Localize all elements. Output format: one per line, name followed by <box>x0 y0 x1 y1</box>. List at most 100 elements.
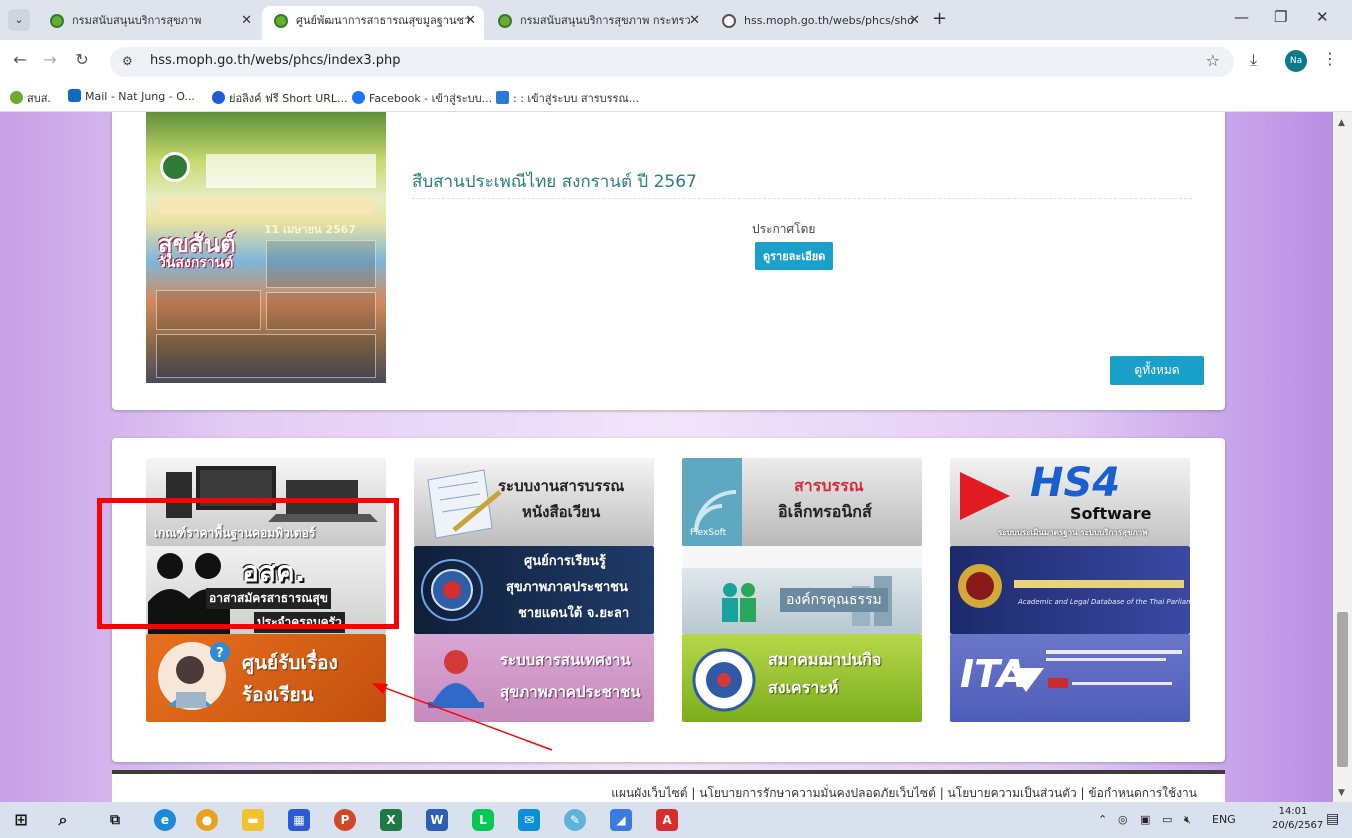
tab-2[interactable]: ศูนย์พัฒนาการสาธารณสุขมูลฐานชา ✕ <box>262 6 484 40</box>
parliament-seal-icon <box>958 564 1184 608</box>
view-all-button[interactable]: ดูทั้งหมด <box>1110 356 1204 385</box>
banner-e-saraban[interactable]: สารบรรณ อิเล็กทรอนิกส์ FlexSoft <box>682 458 922 546</box>
poster-headline <box>158 198 374 214</box>
forward-icon[interactable]: → <box>38 50 62 69</box>
banner-line1: ระบบสารสนเทศงาน <box>500 651 631 669</box>
banner-line1: Academic and Legal Database of the Thai … <box>1018 598 1190 606</box>
bookmarks-bar: สบส. Mail - Nat Jung - O... ย่อลิงค์ ฟรี… <box>0 84 1352 112</box>
banner-line2: ร้องเรียน <box>242 684 314 706</box>
bookmark-item[interactable]: : : เข้าสู่ระบบ สารบรรณ... <box>496 89 639 107</box>
search-icon[interactable]: ⌕ <box>52 809 74 831</box>
word-icon[interactable]: W <box>426 809 448 831</box>
close-icon[interactable]: ✕ <box>465 6 476 36</box>
banner-ita[interactable]: ITA <box>950 634 1190 722</box>
back-icon[interactable]: ← <box>8 50 32 69</box>
view-detail-button[interactable]: ดูรายละเอียด <box>755 242 834 270</box>
profile-avatar[interactable]: Na <box>1285 50 1307 72</box>
pdf-reader-icon[interactable]: A <box>656 809 678 831</box>
banner-legal-database[interactable]: Academic and Legal Database of the Thai … <box>950 546 1190 634</box>
powerpoint-icon[interactable]: P <box>334 809 356 831</box>
store-icon[interactable]: ▦ <box>288 809 310 831</box>
banner-learning-center[interactable]: ศูนย์การเรียนรู้ สุขภาพภาคประชาชน ชายแดน… <box>414 546 654 634</box>
mail-icon[interactable]: ✉ <box>518 809 540 831</box>
footer-links: แผนผังเว็บไซต์ | นโยบายการรักษาความมั่นค… <box>112 774 1225 802</box>
news-poster-image[interactable]: สุขสันต์ วันสงกรานต์ 11 เมษายน 2567 <box>146 112 386 383</box>
poster-photo <box>266 292 376 330</box>
new-tab-button[interactable]: + <box>932 8 947 29</box>
banner-moral-organization[interactable]: องค์กรคุณธรรม <box>682 546 922 634</box>
tab-title: hss.moph.go.th/webs/phcs/sho <box>744 14 914 27</box>
banner-hs4[interactable]: HS4 Software ระบบประเมินมาตรฐาน ระบบบริก… <box>950 458 1190 546</box>
reload-icon[interactable]: ↻ <box>70 50 94 69</box>
clock-time: 14:01 <box>1278 806 1308 817</box>
task-view-icon[interactable]: ⧉ <box>104 809 126 831</box>
input-language[interactable]: ENG <box>1212 813 1236 826</box>
news-title[interactable]: สืบสานประเพณีไทย สงกรานต์ ปี 2567 <box>412 168 697 195</box>
notepad-icon[interactable]: ◢ <box>610 809 632 831</box>
banner-saraban-circular[interactable]: ระบบงานสารบรรณ หนังสือเวียน <box>414 458 654 546</box>
volume-icon[interactable]: 🔇︎ <box>1184 813 1191 827</box>
bookmark-star-icon[interactable]: ☆ <box>1206 51 1220 70</box>
notification-icon[interactable]: ▤ <box>1326 811 1339 827</box>
site-favicon-icon <box>498 14 512 28</box>
menu-icon[interactable]: ⋮ <box>1322 49 1338 68</box>
close-icon[interactable]: ✕ <box>909 6 920 36</box>
line-icon[interactable]: L <box>472 809 494 831</box>
banner-line1: องค์กรคุณธรรม <box>780 588 888 612</box>
clock-date: 20/6/2567 <box>1272 820 1324 831</box>
taskbar-clock[interactable]: 14:01 20/6/2567 <box>1272 805 1324 833</box>
close-icon[interactable]: ✕ <box>241 6 252 36</box>
bookmark-item[interactable]: Mail - Nat Jung - O... <box>68 89 195 103</box>
scroll-down-icon[interactable]: ▼ <box>1338 788 1345 798</box>
banner-line3: ระบบประเมินมาตรฐาน ระบบบริการสุขภาพ <box>998 528 1148 537</box>
tab-strip: ⌄ กรมสนับสนุนบริการสุขภาพ ✕ ศูนย์พัฒนากา… <box>0 0 1352 40</box>
tab-4[interactable]: hss.moph.go.th/webs/phcs/sho ✕ <box>710 6 928 40</box>
scroll-thumb[interactable] <box>1337 612 1348 767</box>
banner-line2: หนังสือเวียน <box>522 503 601 521</box>
window-close-icon[interactable]: ✕ <box>1316 8 1329 26</box>
tray-meet-icon[interactable]: ▣ <box>1140 813 1150 826</box>
banner-line1: ITA <box>960 652 1027 696</box>
site-favicon-icon <box>274 14 288 28</box>
banner-line2: สุขภาพภาคประชาชน <box>500 683 641 701</box>
banner-line1: ระบบงานสารบรรณ <box>498 477 625 495</box>
bookmark-item[interactable]: Facebook - เข้าสู่ระบบ... <box>352 89 492 107</box>
page-scrollbar[interactable]: ▲ ▼ <box>1333 112 1352 802</box>
site-info-icon[interactable]: ⚙ <box>122 54 133 68</box>
highlight-box <box>97 498 399 629</box>
address-bar[interactable]: ⚙ hss.moph.go.th/webs/phcs/index3.php ☆ <box>110 47 1234 77</box>
tray-app-icon[interactable]: ◎ <box>1118 813 1128 826</box>
tab-search-button[interactable]: ⌄ <box>8 9 30 31</box>
bookmark-item[interactable]: สบส. <box>10 89 51 107</box>
minimize-icon[interactable]: — <box>1234 8 1249 26</box>
scroll-up-icon[interactable]: ▲ <box>1338 118 1345 128</box>
tab-3[interactable]: กรมสนับสนุนบริการสุขภาพ กระทรว ✕ <box>486 6 708 40</box>
banner-public-health-info[interactable]: ระบบสารสนเทศงาน สุขภาพภาคประชาชน <box>414 634 654 722</box>
chrome-icon[interactable]: ● <box>196 809 218 831</box>
banner-welfare-association[interactable]: สมาคมฌาปนกิจ สงเคราะห์ <box>682 634 922 722</box>
bookmark-item[interactable]: ย่อลิงค์ ฟรี Short URL... <box>212 89 348 107</box>
download-icon[interactable]: ⤓ <box>1250 50 1257 70</box>
footer-links-text[interactable]: แผนผังเว็บไซต์ | นโยบายการรักษาความมั่นค… <box>611 784 1197 802</box>
banner-line1: สารบรรณ <box>794 476 864 495</box>
edge-icon[interactable]: e <box>154 809 176 831</box>
excel-icon[interactable]: X <box>380 809 402 831</box>
tab-title: กรมสนับสนุนบริการสุขภาพ <box>72 14 202 27</box>
tab-title: กรมสนับสนุนบริการสุขภาพ กระทรว <box>520 14 691 27</box>
file-explorer-icon[interactable]: ▬ <box>242 809 264 831</box>
paint-icon[interactable]: ✎ <box>564 809 586 831</box>
banner-line1: ศูนย์รับเรื่อง <box>242 652 338 674</box>
poster-photo <box>266 240 376 288</box>
close-icon[interactable]: ✕ <box>689 6 700 36</box>
tab-title: ศูนย์พัฒนาการสาธารณสุขมูลฐานชา <box>296 14 471 27</box>
banner-line1: ศูนย์การเรียนรู้ <box>524 554 606 569</box>
windows-start-icon[interactable]: ⊞ <box>10 809 32 831</box>
banner-line1: HS4 <box>1030 460 1121 506</box>
network-icon[interactable]: ▭ <box>1162 813 1172 826</box>
divider <box>412 198 1192 199</box>
tab-1[interactable]: กรมสนับสนุนบริการสุขภาพ ✕ <box>38 6 260 40</box>
tray-chevron-icon[interactable]: ⌃ <box>1098 813 1107 826</box>
url-text[interactable]: hss.moph.go.th/webs/phcs/index3.php <box>150 53 401 68</box>
restore-icon[interactable]: ❐ <box>1274 8 1287 26</box>
banner-complaint-center[interactable]: ? ศูนย์รับเรื่อง ร้องเรียน <box>146 634 386 722</box>
